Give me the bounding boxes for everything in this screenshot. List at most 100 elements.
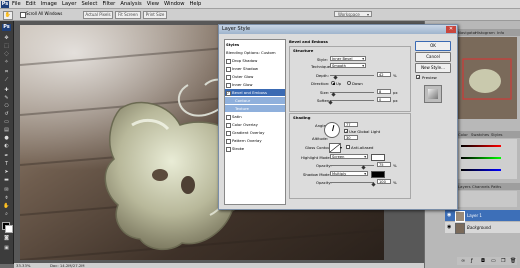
screen-mode-icon[interactable]: ▣ <box>2 245 11 252</box>
actual-pixels-button[interactable]: Actual Pixels <box>83 11 113 19</box>
soften-input[interactable]: 0 <box>377 97 391 102</box>
style-checkbox[interactable]: ✓ <box>226 90 231 96</box>
lasso-tool-icon[interactable]: ◌ <box>2 51 11 58</box>
print-size-button[interactable]: Print Size <box>143 11 167 19</box>
trash-icon[interactable]: 🗑 <box>510 258 516 264</box>
menu-edit[interactable]: Edit <box>26 1 36 7</box>
ok-button[interactable]: OK <box>415 41 451 51</box>
menu-layer[interactable]: Layer <box>62 1 76 7</box>
link-icon[interactable]: ∞ <box>461 258 465 264</box>
zoom-tool-icon[interactable]: ⌕ <box>2 211 11 218</box>
style-checkbox[interactable] <box>226 130 231 136</box>
crop-tool-icon[interactable]: ⌗ <box>2 69 11 76</box>
blur-tool-icon[interactable]: ● <box>2 135 11 142</box>
shape-tool-icon[interactable]: ▬ <box>2 177 11 184</box>
style-checkbox[interactable] <box>226 66 231 72</box>
style-list-item[interactable]: Satin <box>225 113 285 120</box>
clone-stamp-tool-icon[interactable]: ⎔ <box>2 103 11 110</box>
navigator-preview[interactable] <box>457 37 517 119</box>
direction-down-radio[interactable] <box>347 81 351 85</box>
style-list-item[interactable]: Contour <box>225 97 285 104</box>
style-list-item[interactable]: Pattern Overlay <box>225 137 285 144</box>
history-brush-tool-icon[interactable]: ↺ <box>2 111 11 118</box>
tab-navigator[interactable]: Navigator <box>458 30 477 35</box>
menu-help[interactable]: Help <box>189 1 201 7</box>
layer-row-layer-1[interactable]: ◉ Layer 1 <box>445 210 520 222</box>
style-list-item[interactable]: Color Overlay <box>225 121 285 128</box>
fit-screen-button[interactable]: Fit Screen <box>115 11 141 19</box>
zoom-level[interactable]: 33.33% <box>16 263 30 268</box>
fx-icon[interactable]: ƒ <box>471 258 473 264</box>
highlight-opacity-input[interactable]: 75 <box>377 162 391 167</box>
healing-brush-tool-icon[interactable]: ✚ <box>2 87 11 94</box>
menu-filter[interactable]: Filter <box>102 1 115 7</box>
slice-tool-icon[interactable]: ⟋ <box>2 77 11 84</box>
shadow-mode-select[interactable]: Multiply ▾ <box>330 171 368 176</box>
blue-slider[interactable] <box>461 169 501 171</box>
highlight-opacity-slider[interactable] <box>330 165 374 166</box>
folder-icon[interactable]: ▭ <box>491 258 496 264</box>
color-sliders[interactable] <box>457 139 517 179</box>
notes-tool-icon[interactable]: ✉ <box>2 187 11 194</box>
style-checkbox[interactable] <box>226 74 231 80</box>
style-list-item[interactable]: Outer Glow <box>225 73 285 80</box>
menu-window[interactable]: Window <box>164 1 184 7</box>
tab-paths[interactable]: Paths <box>491 184 501 189</box>
menu-analysis[interactable]: Analysis <box>120 1 141 7</box>
depth-input[interactable]: 42 <box>377 72 391 77</box>
type-tool-icon[interactable]: T <box>2 161 11 168</box>
menu-file[interactable]: File <box>12 1 21 7</box>
dialog-title-bar[interactable]: Layer Style <box>219 25 457 34</box>
highlight-mode-select[interactable]: Screen ▾ <box>330 154 368 159</box>
cancel-button[interactable]: Cancel <box>415 52 451 62</box>
eyedropper-tool-icon[interactable]: ⌽ <box>2 195 11 202</box>
size-input[interactable]: 8 <box>377 89 391 94</box>
style-checkbox[interactable] <box>226 114 231 120</box>
highlight-color-swatch[interactable] <box>371 154 385 161</box>
menu-select[interactable]: Select <box>81 1 97 7</box>
tab-histogram[interactable]: Histogram <box>475 30 495 35</box>
shadow-color-swatch[interactable] <box>371 171 385 178</box>
direction-up-radio[interactable] <box>331 81 335 85</box>
red-slider[interactable] <box>461 145 501 147</box>
style-list-item[interactable]: ✓ Bevel and Emboss <box>225 89 285 96</box>
soften-slider[interactable] <box>330 100 374 101</box>
tab-swatches[interactable]: Swatches <box>471 132 489 137</box>
preview-checkbox[interactable]: ✓ <box>416 75 420 80</box>
shadow-opacity-slider[interactable] <box>330 182 374 183</box>
style-list-item[interactable]: Stroke <box>225 145 285 152</box>
style-list-item[interactable]: Texture <box>225 105 285 112</box>
chevron-down-icon[interactable]: ▾ <box>340 145 342 150</box>
eye-icon[interactable]: ◉ <box>447 224 453 231</box>
mask-icon[interactable]: ◘ <box>481 258 485 264</box>
style-list-item[interactable]: Blending Options: Custom <box>225 49 285 56</box>
use-global-light-checkbox[interactable]: ✓ <box>344 129 348 134</box>
tab-channels[interactable]: Channels <box>472 184 490 189</box>
new-style-button[interactable]: New Style... <box>415 63 451 73</box>
hand-tool-panel-icon[interactable]: ✋ <box>2 203 11 210</box>
style-checkbox[interactable] <box>226 138 231 144</box>
brush-tool-icon[interactable]: ✎ <box>2 95 11 102</box>
menu-view[interactable]: View <box>147 1 159 7</box>
background-color-swatch[interactable] <box>5 225 13 233</box>
tab-styles[interactable]: Styles <box>491 132 503 137</box>
style-list-item[interactable]: Inner Glow <box>225 81 285 88</box>
altitude-input[interactable]: 30 <box>344 135 358 140</box>
anti-aliased-checkbox[interactable] <box>346 145 350 149</box>
style-checkbox[interactable] <box>226 146 231 152</box>
hand-tool-icon[interactable]: ✋ <box>3 11 13 20</box>
workspace-dropdown[interactable]: Workspace ▾ <box>334 11 372 17</box>
style-list-item[interactable]: Gradient Overlay <box>225 129 285 136</box>
eraser-tool-icon[interactable]: ▭ <box>2 119 11 126</box>
menu-image[interactable]: Image <box>41 1 57 7</box>
tab-color[interactable]: Color <box>458 132 468 137</box>
style-list-item[interactable]: Inner Shadow <box>225 65 285 72</box>
style-checkbox[interactable] <box>226 58 231 64</box>
shadow-opacity-input[interactable]: 100 <box>377 179 391 184</box>
dodge-tool-icon[interactable]: ◐ <box>2 143 11 150</box>
style-checkbox[interactable] <box>226 82 231 88</box>
style-select[interactable]: Inner Bevel ▾ <box>330 56 366 61</box>
tab-layers[interactable]: Layers <box>458 184 471 189</box>
size-slider[interactable] <box>330 92 374 93</box>
marquee-tool-icon[interactable]: ⬚ <box>2 43 11 50</box>
